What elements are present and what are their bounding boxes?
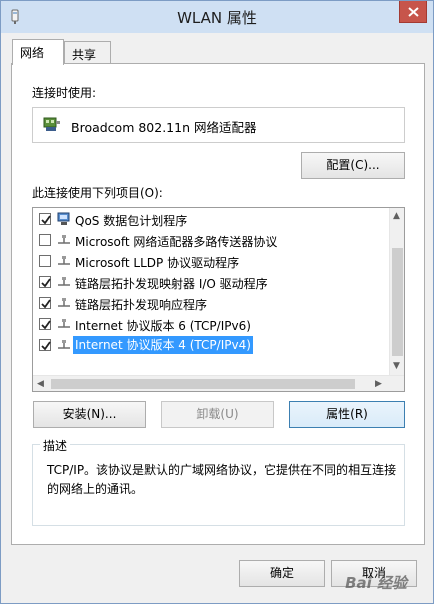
tab-sharing-label: 共享: [72, 48, 97, 62]
description-text: TCP/IP。该协议是默认的广域网络协议，它提供在不同的相互连接的网络上的通讯。: [47, 463, 397, 496]
item-checkbox[interactable]: [39, 297, 51, 309]
list-item[interactable]: Internet 协议版本 6 (TCP/IPv6): [33, 314, 391, 335]
window-title: WLAN 属性: [177, 9, 257, 27]
scroll-up-icon[interactable]: ▲: [393, 211, 400, 221]
ok-button[interactable]: 确定: [239, 560, 325, 587]
item-label: 链路层拓扑发现响应程序: [75, 298, 208, 312]
vertical-scrollbar[interactable]: ▲ ▼: [389, 208, 404, 376]
install-button[interactable]: 安装(N)...: [33, 401, 146, 428]
item-checkbox[interactable]: [39, 276, 51, 288]
item-checkbox[interactable]: [39, 234, 51, 246]
title-bar[interactable]: WLAN 属性: [1, 1, 433, 33]
tab-sharing[interactable]: 共享: [64, 41, 111, 65]
items-label: 此连接使用下列项目(O):: [32, 186, 163, 200]
scroll-down-icon[interactable]: ▼: [393, 361, 400, 371]
item-label: QoS 数据包计划程序: [75, 214, 188, 228]
close-button[interactable]: [399, 1, 427, 23]
components-list[interactable]: QoS 数据包计划程序 Microsoft 网络适配器多路传送器协议 Micro…: [32, 207, 405, 392]
baidu-watermark: Bai 经验: [345, 574, 407, 592]
protocol-icon: [58, 298, 70, 307]
scroll-left-icon[interactable]: ◀: [37, 379, 44, 389]
horizontal-scroll-thumb[interactable]: [51, 379, 355, 389]
item-checkbox[interactable]: [39, 255, 51, 267]
network-tab-panel: 连接时使用: Broadcom 802.11n 网络适配器 配置(C)... 此…: [11, 63, 425, 545]
wlan-properties-dialog: WLAN 属性 网络 共享 连接时使用: Broadcom 802.11n 网络…: [0, 0, 434, 604]
checkmark-icon: [41, 278, 51, 288]
list-item[interactable]: QoS 数据包计划程序: [33, 209, 391, 230]
item-label: 链路层拓扑发现映射器 I/O 驱动程序: [75, 277, 268, 291]
item-label: Microsoft 网络适配器多路传送器协议: [75, 235, 278, 249]
item-checkbox[interactable]: [39, 213, 51, 225]
vertical-scroll-thumb[interactable]: [392, 248, 403, 356]
list-item[interactable]: Microsoft LLDP 协议驱动程序: [33, 251, 391, 272]
adapter-name: Broadcom 802.11n 网络适配器: [71, 120, 257, 135]
adapter-field: Broadcom 802.11n 网络适配器: [32, 107, 405, 143]
checkmark-icon: [41, 299, 51, 309]
connect-using-label: 连接时使用:: [32, 86, 97, 100]
description-title: 描述: [40, 437, 71, 454]
protocol-icon: [58, 277, 70, 286]
protocol-icon: [58, 340, 70, 349]
network-adapter-icon: [43, 117, 60, 131]
list-item[interactable]: 链路层拓扑发现映射器 I/O 驱动程序: [33, 272, 391, 293]
horizontal-scrollbar[interactable]: ◀ ▶: [33, 375, 404, 391]
list-item[interactable]: Microsoft 网络适配器多路传送器协议: [33, 230, 391, 251]
checkmark-icon: [41, 341, 51, 351]
properties-button[interactable]: 属性(R): [289, 401, 405, 428]
item-label: Microsoft LLDP 协议驱动程序: [75, 256, 240, 270]
protocol-icon: [58, 319, 70, 328]
list-item-selected[interactable]: Internet 协议版本 4 (TCP/IPv4): [33, 335, 391, 356]
tab-network-label: 网络: [20, 46, 45, 60]
item-label: Internet 协议版本 6 (TCP/IPv6): [75, 319, 251, 333]
item-checkbox[interactable]: [39, 339, 51, 351]
close-icon: [408, 7, 419, 17]
protocol-icon: [58, 256, 70, 265]
item-label: Internet 协议版本 4 (TCP/IPv4): [73, 336, 253, 354]
checkmark-icon: [41, 320, 51, 330]
uninstall-button[interactable]: 卸载(U): [161, 401, 274, 428]
qos-scheduler-icon: [57, 212, 70, 225]
tab-network[interactable]: 网络: [12, 39, 64, 65]
configure-button[interactable]: 配置(C)...: [301, 152, 405, 179]
protocol-icon: [58, 235, 70, 244]
list-item[interactable]: 链路层拓扑发现响应程序: [33, 293, 391, 314]
item-checkbox[interactable]: [39, 318, 51, 330]
scroll-right-icon[interactable]: ▶: [375, 379, 382, 389]
checkmark-icon: [41, 215, 51, 225]
